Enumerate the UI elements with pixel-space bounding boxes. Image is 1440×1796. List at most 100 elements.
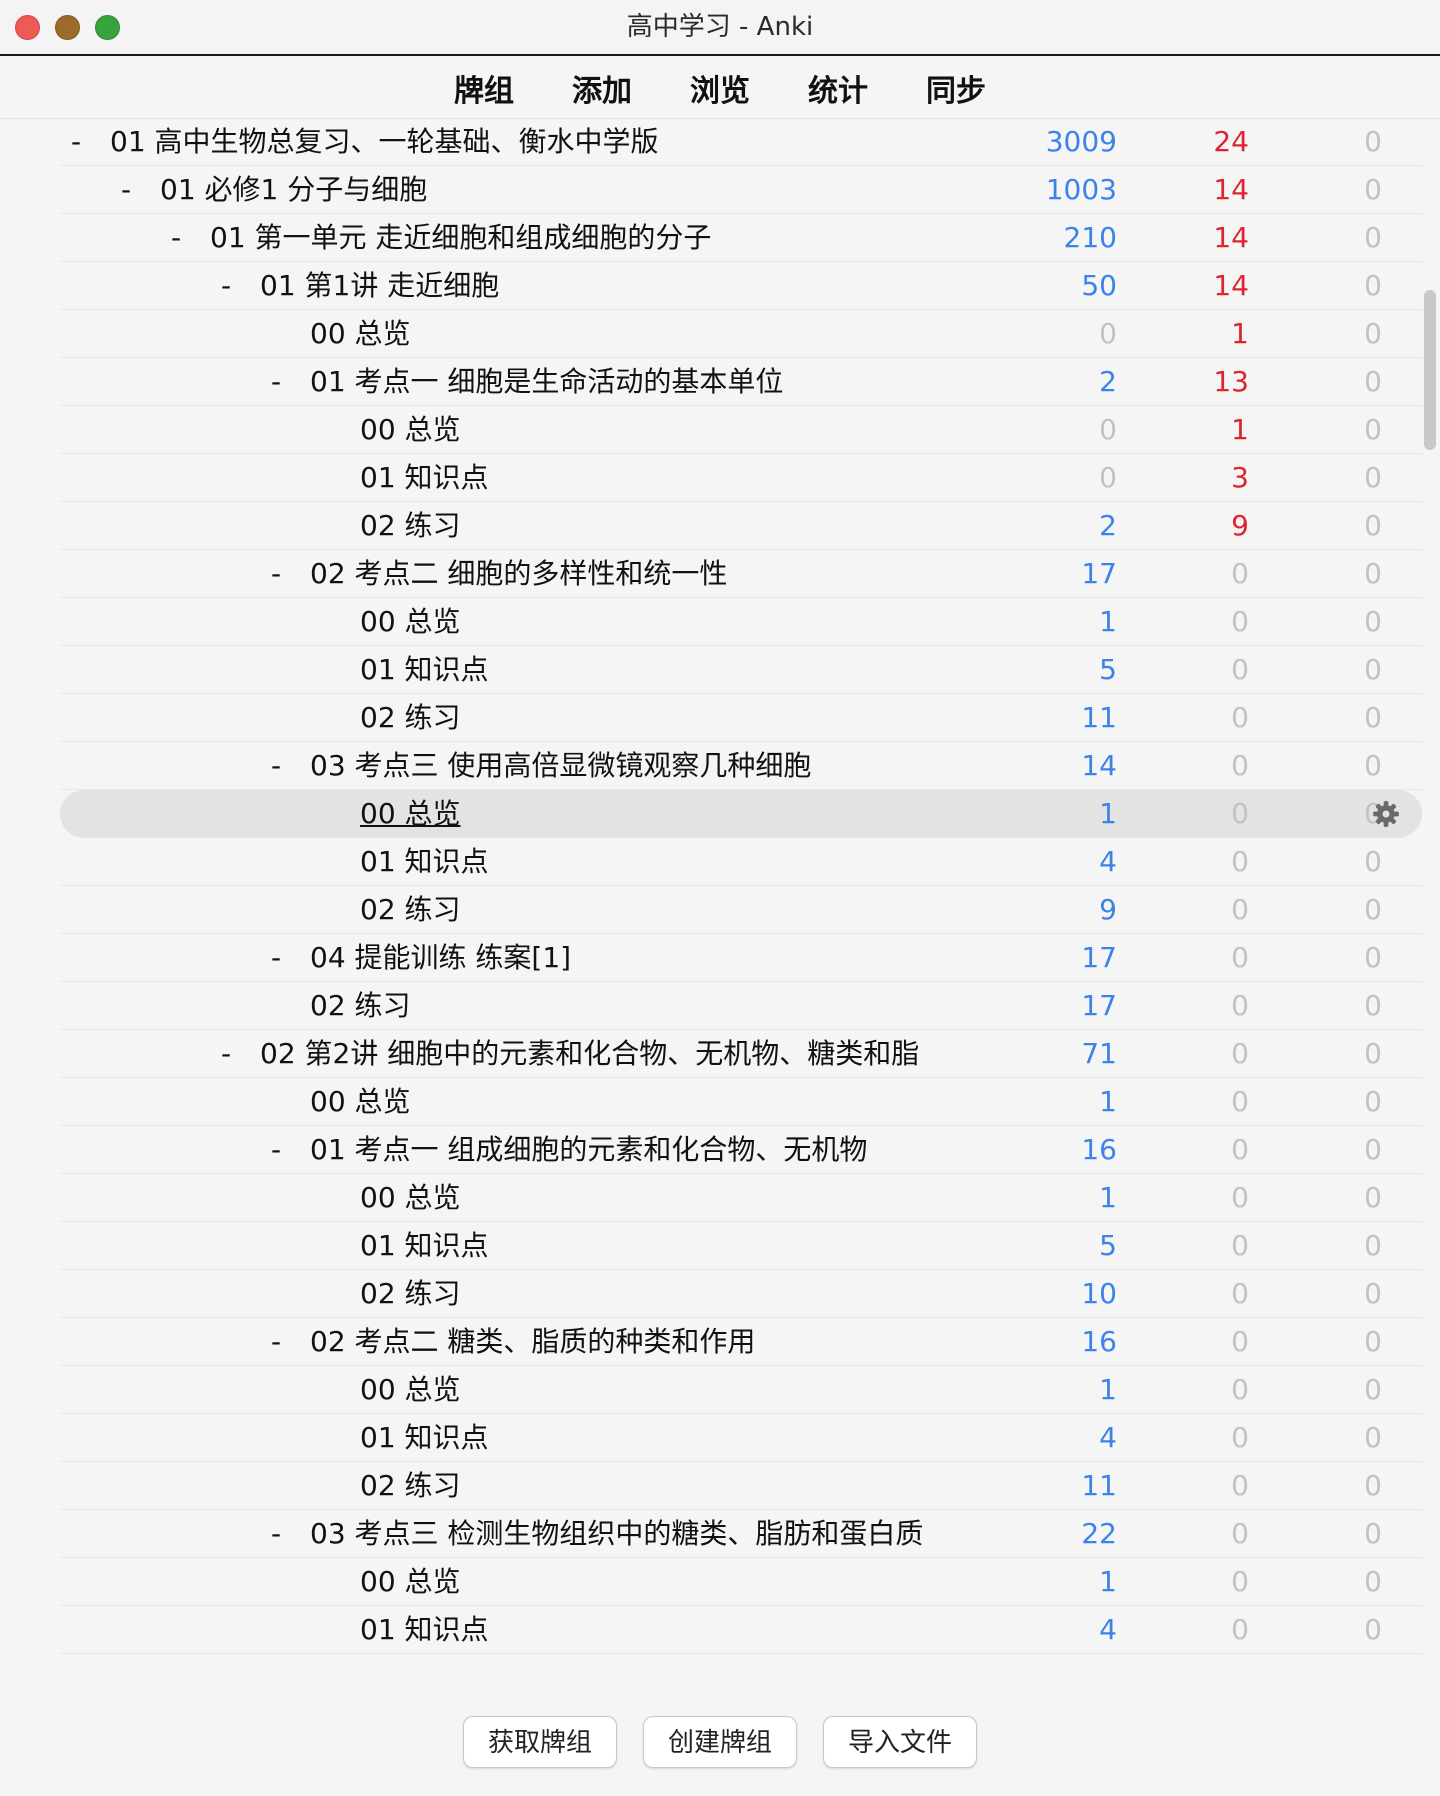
deck-name-link[interactable]: 00 总览 (360, 1174, 461, 1222)
new-count: 210 (1063, 221, 1117, 254)
new-count: 4 (1099, 1421, 1117, 1454)
deck-row[interactable]: 02 练习 11 0 0 (60, 1462, 1422, 1510)
deck-row[interactable]: 00 总览 1 0 0 (60, 598, 1422, 646)
toolbar-stats-button[interactable]: 统计 (808, 66, 868, 110)
import-file-button[interactable]: 导入文件 (823, 1716, 977, 1768)
deck-name-link[interactable]: 02 练习 (360, 1270, 461, 1318)
deck-row[interactable]: 02 练习 2 9 0 (60, 502, 1422, 550)
deck-name-link[interactable]: 02 练习 (360, 502, 461, 550)
collapse-toggle[interactable]: - (266, 1318, 286, 1366)
deck-name-link[interactable]: 01 知识点 (360, 1222, 489, 1270)
get-shared-decks-button[interactable]: 获取牌组 (463, 1716, 617, 1768)
deck-name-link[interactable]: 02 第2讲 细胞中的元素和化合物、无机物、糖类和脂 (260, 1030, 919, 1078)
collapse-toggle[interactable]: - (66, 118, 86, 166)
deck-row[interactable]: 01 知识点 4 0 0 (60, 838, 1422, 886)
deck-name-link[interactable]: 02 考点二 细胞的多样性和统一性 (310, 550, 727, 598)
deck-row[interactable]: -01 必修1 分子与细胞 1003 14 0 (60, 166, 1422, 214)
deck-name-link[interactable]: 01 考点一 细胞是生命活动的基本单位 (310, 358, 783, 406)
deck-row[interactable]: 02 练习 11 0 0 (60, 694, 1422, 742)
deck-name-link[interactable]: 01 知识点 (360, 1606, 489, 1654)
deck-row[interactable]: 00 总览 0 1 0 (60, 310, 1422, 358)
due-count: 0 (1364, 989, 1382, 1022)
deck-name-link[interactable]: 03 考点三 使用高倍显微镜观察几种细胞 (310, 742, 811, 790)
deck-name-link[interactable]: 00 总览 (360, 1558, 461, 1606)
due-count: 0 (1364, 125, 1382, 158)
deck-row[interactable]: -02 考点二 细胞的多样性和统一性 17 0 0 (60, 550, 1422, 598)
deck-name-link[interactable]: 00 总览 (310, 310, 411, 358)
deck-name-link[interactable]: 00 总览 (360, 1366, 461, 1414)
deck-name-link[interactable]: 02 练习 (310, 982, 411, 1030)
deck-row[interactable]: 02 练习 17 0 0 (60, 982, 1422, 1030)
deck-name-link[interactable]: 01 考点一 组成细胞的元素和化合物、无机物 (310, 1126, 867, 1174)
deck-row[interactable]: -01 第1讲 走近细胞 50 14 0 (60, 262, 1422, 310)
deck-row[interactable]: -03 考点三 检测生物组织中的糖类、脂肪和蛋白质 22 0 0 (60, 1510, 1422, 1558)
deck-name-link[interactable]: 02 考点二 糖类、脂质的种类和作用 (310, 1318, 755, 1366)
collapse-toggle[interactable]: - (216, 1030, 236, 1078)
deck-name-link[interactable]: 04 提能训练 练案[1] (310, 934, 571, 982)
toolbar-browse-button[interactable]: 浏览 (690, 66, 750, 110)
learn-count: 0 (1231, 653, 1249, 686)
collapse-toggle[interactable]: - (116, 166, 136, 214)
deck-row[interactable]: 01 知识点 4 0 0 (60, 1606, 1422, 1654)
collapse-toggle[interactable]: - (266, 934, 286, 982)
deck-row[interactable]: -04 提能训练 练案[1] 17 0 0 (60, 934, 1422, 982)
deck-row[interactable]: -01 高中生物总复习、一轮基础、衡水中学版 3009 24 0 (60, 118, 1422, 166)
deck-name-link[interactable]: 02 练习 (360, 694, 461, 742)
deck-row[interactable]: 00 总览 1 0 0 (60, 1078, 1422, 1126)
collapse-toggle[interactable]: - (266, 358, 286, 406)
deck-name-link[interactable]: 01 知识点 (360, 646, 489, 694)
deck-row[interactable]: 01 知识点 5 0 0 (60, 1222, 1422, 1270)
new-count: 71 (1081, 1037, 1117, 1070)
learn-count: 1 (1231, 317, 1249, 350)
deck-row[interactable]: -01 第一单元 走近细胞和组成细胞的分子 210 14 0 (60, 214, 1422, 262)
create-deck-button[interactable]: 创建牌组 (643, 1716, 797, 1768)
deck-name-link[interactable]: 02 练习 (360, 1462, 461, 1510)
deck-row[interactable]: 00 总览 1 0 0 (60, 1366, 1422, 1414)
deck-name-link[interactable]: 00 总览 (360, 406, 461, 454)
collapse-toggle[interactable]: - (266, 1126, 286, 1174)
toolbar-sync-button[interactable]: 同步 (926, 66, 986, 110)
deck-name-link[interactable]: 00 总览 (360, 790, 461, 838)
deck-name-link[interactable]: 01 高中生物总复习、一轮基础、衡水中学版 (110, 118, 659, 166)
collapse-toggle[interactable]: - (166, 214, 186, 262)
deck-name-link[interactable]: 02 练习 (360, 886, 461, 934)
deck-row[interactable]: 00 总览 1 0 0 (60, 1558, 1422, 1606)
due-count: 0 (1364, 461, 1382, 494)
deck-row[interactable]: 02 练习 9 0 0 (60, 886, 1422, 934)
deck-row[interactable]: -02 考点二 糖类、脂质的种类和作用 16 0 0 (60, 1318, 1422, 1366)
deck-name-link[interactable]: 01 第一单元 走近细胞和组成细胞的分子 (210, 214, 711, 262)
deck-row[interactable]: 01 知识点 4 0 0 (60, 1414, 1422, 1462)
deck-name-link[interactable]: 00 总览 (360, 598, 461, 646)
deck-row[interactable]: 01 知识点 0 3 0 (60, 454, 1422, 502)
collapse-toggle[interactable]: - (266, 1510, 286, 1558)
due-count: 0 (1364, 365, 1382, 398)
deck-row[interactable]: -01 考点一 细胞是生命活动的基本单位 2 13 0 (60, 358, 1422, 406)
collapse-toggle[interactable]: - (266, 742, 286, 790)
deck-name-link[interactable]: 00 总览 (310, 1078, 411, 1126)
deck-row[interactable]: -02 第2讲 细胞中的元素和化合物、无机物、糖类和脂 71 0 0 (60, 1030, 1422, 1078)
deck-row[interactable]: 00 总览 1 0 0 (60, 1174, 1422, 1222)
deck-name-link[interactable]: 01 知识点 (360, 1414, 489, 1462)
deck-row[interactable]: -01 考点一 组成细胞的元素和化合物、无机物 16 0 0 (60, 1126, 1422, 1174)
deck-row[interactable]: 02 练习 10 0 0 (60, 1270, 1422, 1318)
deck-row[interactable]: -03 考点三 使用高倍显微镜观察几种细胞 14 0 0 (60, 742, 1422, 790)
scrollbar-thumb[interactable] (1424, 290, 1436, 450)
deck-name-link[interactable]: 01 知识点 (360, 838, 489, 886)
deck-row[interactable]: 01 知识点 5 0 0 (60, 646, 1422, 694)
collapse-toggle[interactable]: - (216, 262, 236, 310)
deck-name-link[interactable]: 01 必修1 分子与细胞 (160, 166, 427, 214)
learn-count: 1 (1231, 413, 1249, 446)
deck-name-link[interactable]: 01 第1讲 走近细胞 (260, 262, 499, 310)
deck-row[interactable]: 00 总览 1 0 0 (60, 790, 1422, 838)
new-count: 0 (1099, 317, 1117, 350)
deck-row[interactable]: 00 总览 0 1 0 (60, 406, 1422, 454)
toolbar-decks-button[interactable]: 牌组 (454, 66, 514, 110)
deck-list-scrollbar[interactable] (1418, 118, 1440, 1698)
deck-name-link[interactable]: 03 考点三 检测生物组织中的糖类、脂肪和蛋白质 (310, 1510, 923, 1558)
learn-count: 0 (1231, 1325, 1249, 1358)
toolbar-add-button[interactable]: 添加 (572, 66, 632, 110)
gear-icon[interactable] (1372, 800, 1400, 828)
deck-name-link[interactable]: 01 知识点 (360, 454, 489, 502)
collapse-toggle[interactable]: - (266, 550, 286, 598)
learn-count: 14 (1213, 173, 1249, 206)
